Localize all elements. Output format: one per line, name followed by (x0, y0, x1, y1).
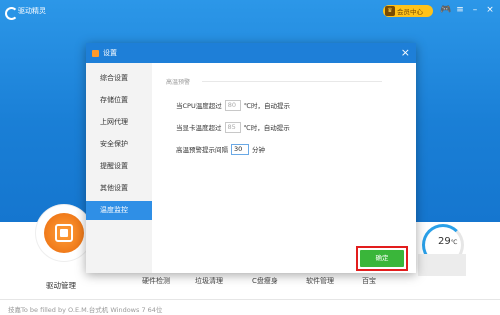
tab-software-management[interactable]: 软件管理 (306, 276, 334, 286)
app-logo-icon (4, 6, 18, 20)
cpu-threshold-label: 当CPU温度超过 (176, 102, 222, 110)
cpu-threshold-row: 当CPU温度超过 80 ℃时，自动提示 (176, 99, 290, 111)
driver-chip-icon (44, 213, 84, 253)
section-divider (202, 81, 382, 82)
sidebar-item-other[interactable]: 其他设置 (86, 179, 152, 198)
sidebar-item-temperature[interactable]: 温度监控 (86, 201, 152, 220)
temperature-readout: 29℃ (438, 236, 457, 247)
settings-content: 高温预警 当CPU温度超过 80 ℃时，自动提示 当显卡温度超过 85 ℃时，自… (152, 63, 416, 273)
tab-junk-cleanup[interactable]: 垃圾清理 (195, 276, 223, 286)
cpu-threshold-suffix: ℃时，自动提示 (243, 102, 291, 110)
dialog-titlebar: 设置 × (86, 43, 416, 63)
settings-dialog: 设置 × 综合设置 存储位置 上网代理 安全保护 提醒设置 其他设置 温度监控 … (86, 43, 416, 273)
gamepad-icon[interactable]: 🎮 (440, 4, 451, 16)
close-icon[interactable]: × (485, 4, 495, 16)
gauge-placeholder (418, 254, 466, 276)
gpu-threshold-label: 当显卡温度超过 (176, 124, 222, 132)
crown-icon: ♛ (385, 6, 395, 16)
settings-icon (92, 49, 99, 57)
vip-center-label: 会员中心 (397, 8, 423, 16)
app-title: 驱动精灵 (18, 7, 46, 15)
tab-hardware-detection[interactable]: 硬件检测 (142, 276, 170, 286)
cpu-threshold-input[interactable]: 80 (224, 99, 241, 111)
alert-interval-input[interactable]: 30 (231, 143, 249, 155)
section-title: 高温预警 (166, 79, 191, 86)
sidebar-item-storage[interactable]: 存储位置 (86, 91, 152, 110)
sidebar-item-proxy[interactable]: 上网代理 (86, 113, 152, 132)
gpu-threshold-input[interactable]: 85 (224, 121, 241, 133)
gpu-threshold-row: 当显卡温度超过 85 ℃时，自动提示 (176, 121, 290, 133)
alert-interval-label: 高温预警提示间隔 (176, 146, 228, 154)
driver-management-button[interactable] (36, 205, 92, 261)
dialog-close-icon[interactable]: × (401, 46, 410, 59)
window-controls: 🎮 ≡ – × (440, 4, 495, 16)
dialog-title: 设置 (103, 49, 117, 57)
system-info: 技嘉To be filled by O.E.M.台式机 Windows 7 64… (8, 306, 163, 314)
alert-interval-suffix: 分钟 (252, 146, 265, 154)
gpu-threshold-suffix: ℃时，自动提示 (243, 124, 290, 132)
sidebar-item-general[interactable]: 综合设置 (86, 69, 152, 88)
settings-sidebar: 综合设置 存储位置 上网代理 安全保护 提醒设置 其他设置 温度监控 (86, 63, 152, 273)
menu-icon[interactable]: ≡ (455, 4, 465, 16)
main-tabs: 硬件检测 垃圾清理 C盘瘦身 软件管理 百宝 (0, 276, 500, 288)
alert-interval-row: 高温预警提示间隔 30 分钟 (176, 143, 265, 155)
minimize-icon[interactable]: – (470, 4, 480, 16)
sidebar-item-security[interactable]: 安全保护 (86, 135, 152, 154)
vip-center-button[interactable]: ♛ 会员中心 (383, 5, 433, 17)
temperature-unit: ℃ (450, 239, 458, 246)
temperature-value: 29 (438, 236, 451, 247)
tab-c-drive-slim[interactable]: C盘瘦身 (252, 276, 278, 286)
ok-button[interactable]: 确定 (360, 250, 404, 267)
sidebar-item-reminders[interactable]: 提醒设置 (86, 157, 152, 176)
tab-treasure-box[interactable]: 百宝 (362, 276, 376, 286)
footer-divider (0, 299, 500, 300)
app-title-bar: 驱动精灵 (4, 4, 46, 20)
